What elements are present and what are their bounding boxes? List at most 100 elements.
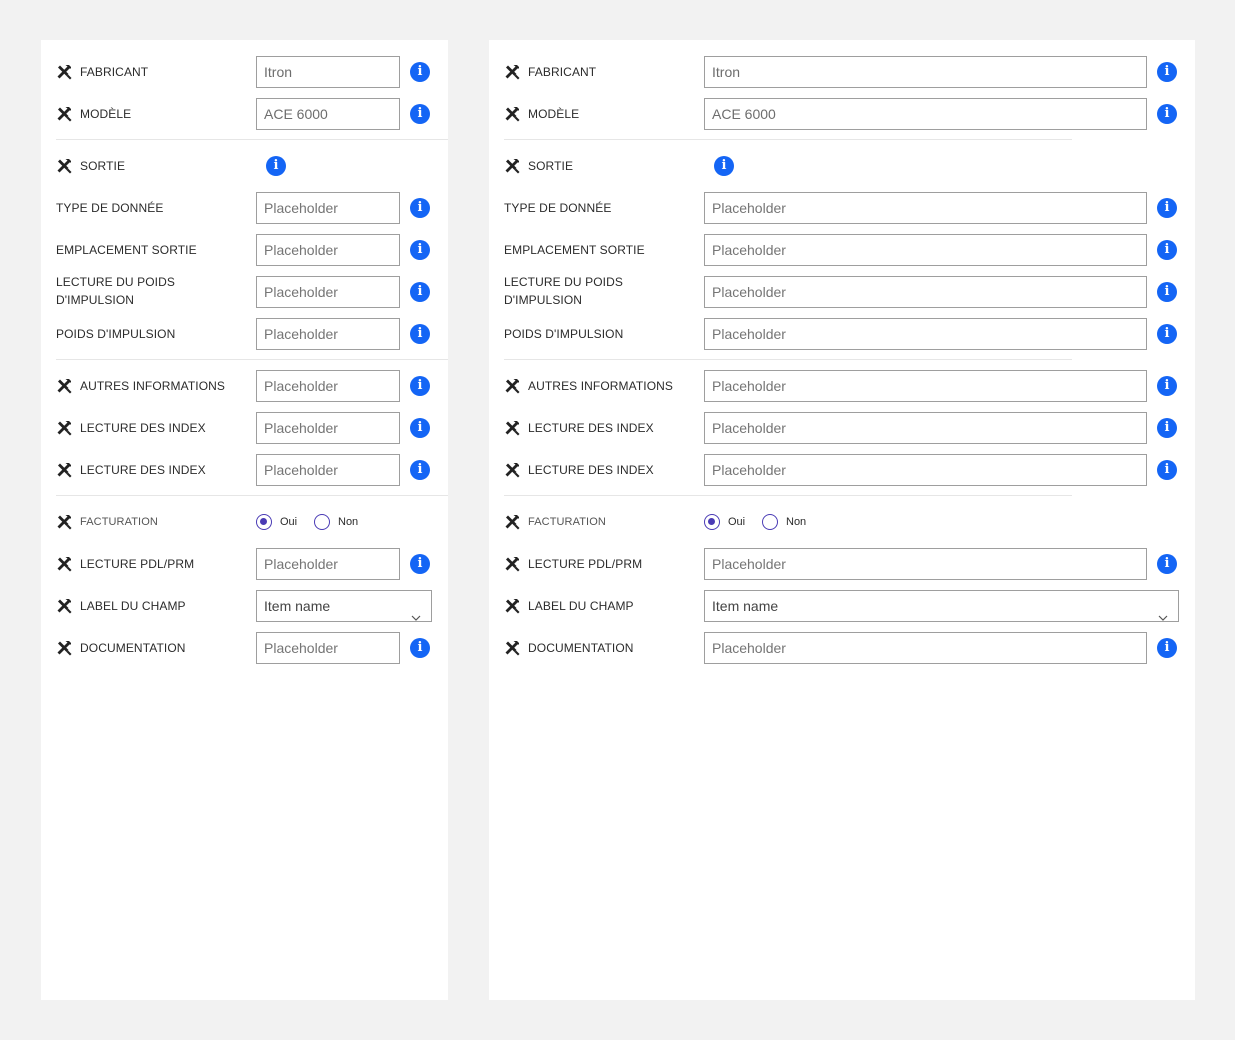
fabricant-label: FABRICANT xyxy=(528,65,597,79)
facturation-radio-oui-label[interactable]: Oui xyxy=(280,506,297,538)
info-icon[interactable]: i xyxy=(410,104,430,124)
section-divider xyxy=(56,495,448,496)
lecture-index-input[interactable] xyxy=(704,454,1147,486)
info-icon[interactable]: i xyxy=(1157,62,1177,82)
row-lecture-pdl-prm: LECTURE PDL/PRM i xyxy=(41,548,448,580)
facturation-radio-non[interactable] xyxy=(762,514,778,530)
autres-informations-label: AUTRES INFORMATIONS xyxy=(80,379,226,393)
info-icon[interactable]: i xyxy=(410,198,430,218)
lecture-poids-impulsion-label: LECTURE DU POIDS D'IMPULSION xyxy=(504,275,623,307)
info-icon[interactable]: i xyxy=(1157,240,1177,260)
facturation-radio-non-label[interactable]: Non xyxy=(786,506,806,538)
row-lecture-poids-impulsion: LECTURE DU POIDS D'IMPULSION i xyxy=(41,275,448,308)
row-documentation: DOCUMENTATION i xyxy=(489,632,1195,664)
modele-label: MODÈLE xyxy=(80,107,132,121)
fabricant-input[interactable] xyxy=(256,56,400,88)
form-panel-wide: FABRICANT i MODÈLE i SORTIE i TYPE DE DO… xyxy=(489,40,1195,1000)
lecture-index-input[interactable] xyxy=(256,412,400,444)
poids-impulsion-input[interactable] xyxy=(256,318,400,350)
lecture-pdl-prm-label: LECTURE PDL/PRM xyxy=(528,557,643,571)
tools-icon xyxy=(504,64,520,80)
info-icon[interactable]: i xyxy=(266,156,286,176)
tools-icon xyxy=(56,514,72,530)
info-icon[interactable]: i xyxy=(1157,376,1177,396)
modele-input[interactable] xyxy=(256,98,400,130)
tools-icon xyxy=(504,462,520,478)
tools-icon xyxy=(504,556,520,572)
info-icon[interactable]: i xyxy=(1157,282,1177,302)
label-du-champ-select[interactable]: Item name xyxy=(704,590,1179,622)
facturation-radio-non[interactable] xyxy=(314,514,330,530)
info-icon[interactable]: i xyxy=(410,554,430,574)
info-icon[interactable]: i xyxy=(1157,324,1177,344)
section-divider xyxy=(56,359,448,360)
label-du-champ-label: LABEL DU CHAMP xyxy=(528,599,634,613)
tools-icon xyxy=(56,106,72,122)
label-du-champ-label: LABEL DU CHAMP xyxy=(80,599,186,613)
info-icon[interactable]: i xyxy=(410,418,430,438)
autres-informations-input[interactable] xyxy=(704,370,1147,402)
lecture-index-label: LECTURE DES INDEX xyxy=(528,421,654,435)
select-value: Item name xyxy=(712,598,779,614)
facturation-radio-oui[interactable] xyxy=(704,514,720,530)
sortie-label: SORTIE xyxy=(528,159,574,173)
lecture-index-input[interactable] xyxy=(256,454,400,486)
tools-icon xyxy=(56,462,72,478)
chevron-down-icon xyxy=(1158,602,1168,621)
facturation-radio-oui-label[interactable]: Oui xyxy=(728,506,745,538)
tools-icon xyxy=(56,158,72,174)
info-icon[interactable]: i xyxy=(1157,198,1177,218)
info-icon[interactable]: i xyxy=(410,62,430,82)
modele-input[interactable] xyxy=(704,98,1147,130)
select-value: Item name xyxy=(264,598,331,614)
lecture-index-input[interactable] xyxy=(704,412,1147,444)
tools-icon xyxy=(56,378,72,394)
emplacement-sortie-input[interactable] xyxy=(704,234,1147,266)
info-icon[interactable]: i xyxy=(1157,638,1177,658)
documentation-input[interactable] xyxy=(704,632,1147,664)
section-divider xyxy=(504,139,1072,140)
info-icon[interactable]: i xyxy=(410,376,430,396)
info-icon[interactable]: i xyxy=(714,156,734,176)
info-icon[interactable]: i xyxy=(1157,418,1177,438)
tools-icon xyxy=(56,640,72,656)
info-icon[interactable]: i xyxy=(1157,554,1177,574)
fabricant-input[interactable] xyxy=(704,56,1147,88)
row-modele: MODÈLE i xyxy=(41,98,448,130)
info-icon[interactable]: i xyxy=(410,282,430,302)
row-lecture-index-1: LECTURE DES INDEX i xyxy=(489,412,1195,444)
tools-icon xyxy=(504,158,520,174)
chevron-down-icon xyxy=(411,602,421,621)
info-icon[interactable]: i xyxy=(1157,460,1177,480)
info-icon[interactable]: i xyxy=(410,324,430,344)
documentation-input[interactable] xyxy=(256,632,400,664)
row-autres-informations: AUTRES INFORMATIONS i xyxy=(41,370,448,402)
info-icon[interactable]: i xyxy=(410,638,430,658)
type-donnee-input[interactable] xyxy=(704,192,1147,224)
info-icon[interactable]: i xyxy=(410,240,430,260)
lecture-pdl-prm-input[interactable] xyxy=(704,548,1147,580)
lecture-pdl-prm-input[interactable] xyxy=(256,548,400,580)
autres-informations-input[interactable] xyxy=(256,370,400,402)
type-donnee-input[interactable] xyxy=(256,192,400,224)
lecture-poids-impulsion-input[interactable] xyxy=(256,276,400,308)
tools-icon xyxy=(504,640,520,656)
row-facturation: FACTURATION Oui Non xyxy=(489,506,1195,538)
facturation-radio-non-label[interactable]: Non xyxy=(338,506,358,538)
facturation-label: FACTURATION xyxy=(80,516,158,528)
row-label-du-champ: LABEL DU CHAMP Item name xyxy=(489,590,1195,622)
poids-impulsion-input[interactable] xyxy=(704,318,1147,350)
form-panel-narrow: FABRICANT i MODÈLE i SORTIE i TYPE DE DO… xyxy=(41,40,448,1000)
poids-impulsion-label: POIDS D'IMPULSION xyxy=(504,327,624,341)
row-documentation: DOCUMENTATION i xyxy=(41,632,448,664)
lecture-pdl-prm-label: LECTURE PDL/PRM xyxy=(80,557,195,571)
row-type-donnee: TYPE DE DONNÉE i xyxy=(41,192,448,224)
facturation-radio-oui[interactable] xyxy=(256,514,272,530)
label-du-champ-select[interactable]: Item name xyxy=(256,590,432,622)
info-icon[interactable]: i xyxy=(1157,104,1177,124)
info-icon[interactable]: i xyxy=(410,460,430,480)
row-emplacement-sortie: EMPLACEMENT SORTIE i xyxy=(489,234,1195,266)
type-donnee-label: TYPE DE DONNÉE xyxy=(56,201,164,215)
lecture-poids-impulsion-input[interactable] xyxy=(704,276,1147,308)
emplacement-sortie-input[interactable] xyxy=(256,234,400,266)
